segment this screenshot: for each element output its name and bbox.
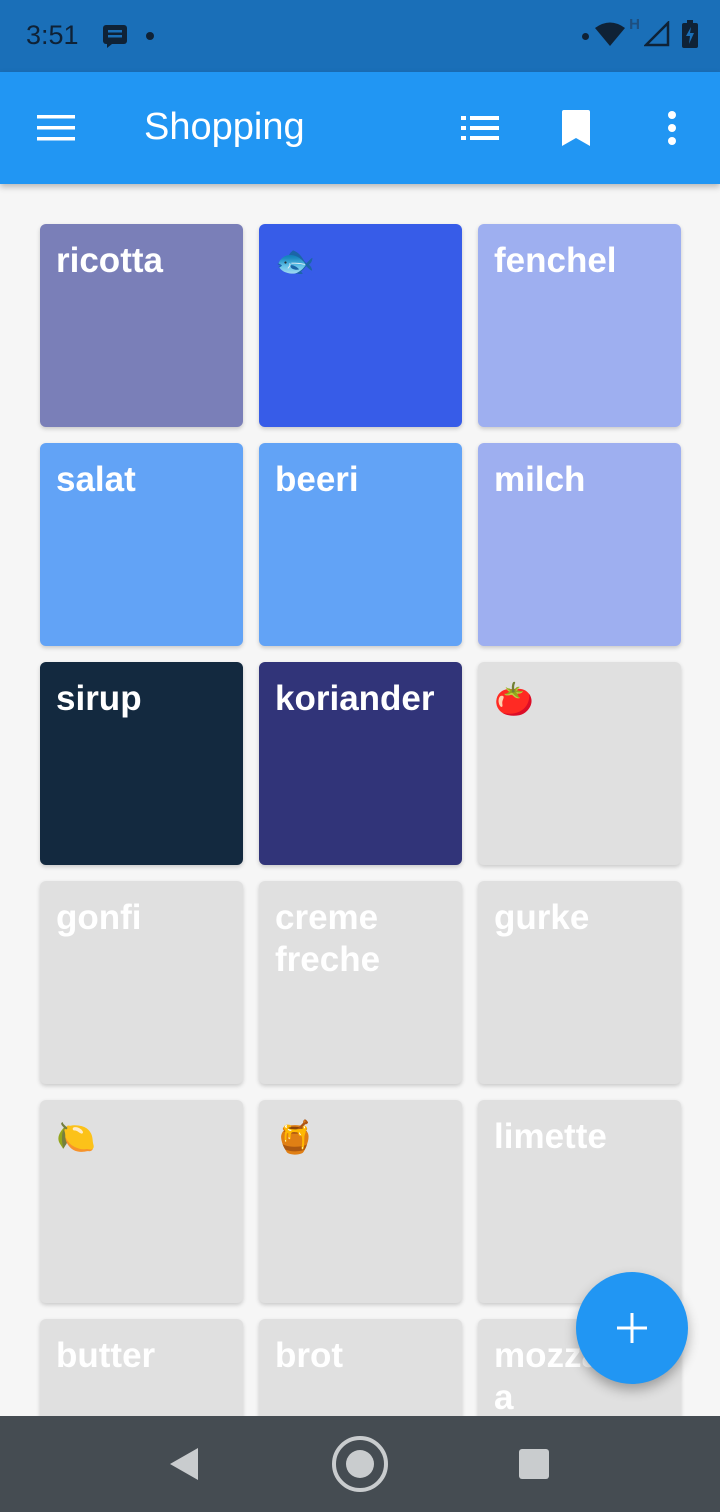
- lemon-emoji-label: 🍋: [56, 1119, 96, 1155]
- status-indicators: H: [582, 16, 698, 54]
- battery-charging-icon: [682, 19, 698, 53]
- fish-emoji-label: 🐟: [275, 243, 315, 279]
- app-bar: Shopping: [0, 72, 720, 184]
- item-label: limette: [494, 1117, 607, 1156]
- back-icon[interactable]: [166, 1446, 202, 1482]
- network-type-label: H: [629, 16, 640, 33]
- item-tile[interactable]: gonfi: [40, 881, 243, 1084]
- item-tile[interactable]: sirup: [40, 662, 243, 865]
- item-label: gonfi: [56, 898, 142, 937]
- add-item-button[interactable]: [576, 1272, 688, 1384]
- bookmark-button[interactable]: [548, 102, 604, 154]
- item-label: salat: [56, 460, 136, 499]
- item-tile[interactable]: 🍅: [478, 662, 681, 865]
- status-bar: 3:51 H: [0, 0, 720, 72]
- wifi-icon: [595, 22, 626, 51]
- recents-icon[interactable]: [519, 1449, 549, 1479]
- hamburger-menu-icon: [37, 115, 75, 141]
- item-tile[interactable]: beeri: [259, 443, 462, 646]
- data-activity-dot-icon: [582, 32, 590, 40]
- item-tile[interactable]: 🍋: [40, 1100, 243, 1303]
- more-options-button[interactable]: [644, 102, 700, 154]
- home-icon[interactable]: [331, 1435, 389, 1493]
- more-vert-icon: [668, 111, 676, 145]
- notification-dot-icon: [146, 32, 154, 40]
- item-tile[interactable]: fenchel: [478, 224, 681, 427]
- list-view-button[interactable]: [452, 102, 508, 154]
- item-tile[interactable]: creme freche: [259, 881, 462, 1084]
- item-grid-area: ricotta 🐟 fenchel salat beeri milch siru…: [0, 184, 720, 1416]
- menu-button[interactable]: [28, 102, 84, 154]
- message-notification-icon: [102, 24, 128, 48]
- list-icon: [461, 116, 499, 140]
- honey-emoji-label: 🍯: [275, 1119, 315, 1155]
- item-label: sirup: [56, 679, 142, 718]
- item-label: creme freche: [275, 898, 381, 979]
- system-navigation-bar: [0, 1416, 720, 1512]
- item-label: butter: [56, 1336, 156, 1375]
- item-tile[interactable]: 🐟: [259, 224, 462, 427]
- status-time: 3:51: [26, 20, 79, 50]
- cell-signal-icon: [642, 19, 670, 52]
- item-tile[interactable]: salat: [40, 443, 243, 646]
- item-label: milch: [494, 460, 586, 499]
- item-tile[interactable]: milch: [478, 443, 681, 646]
- item-label: fenchel: [494, 241, 617, 280]
- plus-icon: [617, 1313, 647, 1343]
- item-label: gurke: [494, 898, 590, 937]
- item-tile[interactable]: ricotta: [40, 224, 243, 427]
- item-label: beeri: [275, 460, 359, 499]
- item-tile[interactable]: butter: [40, 1319, 243, 1416]
- page-title: Shopping: [144, 106, 305, 148]
- item-grid: ricotta 🐟 fenchel salat beeri milch siru…: [40, 224, 681, 1416]
- item-tile[interactable]: limette: [478, 1100, 681, 1303]
- item-tile[interactable]: gurke: [478, 881, 681, 1084]
- item-tile[interactable]: brot: [259, 1319, 462, 1416]
- item-label: brot: [275, 1336, 344, 1375]
- item-label: koriander: [275, 679, 435, 718]
- item-tile[interactable]: koriander: [259, 662, 462, 865]
- bookmark-icon: [562, 110, 590, 146]
- item-label: ricotta: [56, 241, 163, 280]
- tomato-emoji-label: 🍅: [494, 681, 534, 717]
- item-tile[interactable]: 🍯: [259, 1100, 462, 1303]
